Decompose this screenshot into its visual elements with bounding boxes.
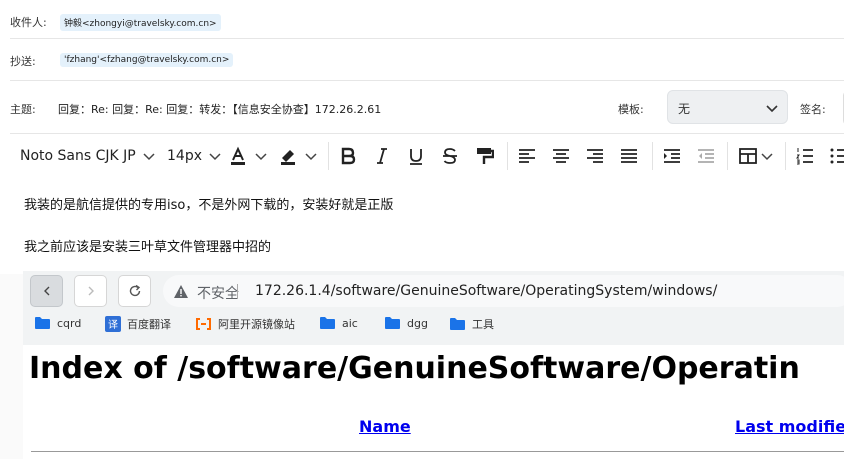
font-color-button[interactable] [228,134,268,178]
chevron-down-icon [761,153,773,161]
bookmark-aliyun-mirror: 阿里开源镜像站 [195,316,295,332]
font-size-value: 14px [167,148,202,164]
warning-icon [174,285,188,298]
template-value: 无 [678,102,691,116]
chevron-down-icon [305,153,317,161]
reload-button [118,275,151,307]
table-button[interactable] [738,134,774,178]
font-size-select[interactable]: 14px [167,134,222,178]
format-painter-icon [477,148,494,164]
back-button [30,275,63,307]
outdent-icon [698,149,714,163]
bullet-list-icon [830,148,844,164]
browser-toolbar: 不安全 172.26.1.4/software/GenuineSoftware/… [23,271,844,345]
align-left-icon [519,149,535,163]
underline-button[interactable] [406,134,426,178]
subject-input[interactable]: 回复：Re: 回复：Re: 回复：转发：【信息安全协查】172.26.2.61 [58,101,381,117]
toolbar-divider [328,142,329,170]
bookmark-cqrd: cqrd [34,316,81,330]
bookmark-label: dgg [407,316,428,330]
folder-icon [385,317,400,329]
bold-button[interactable] [338,134,358,178]
bookmark-label: 工具 [472,318,494,331]
italic-icon [377,148,387,164]
chevron-down-icon [143,153,155,161]
last-modified-column-link: Last modifie [735,417,844,436]
embedded-image-left-edge [0,274,24,459]
body-line-2[interactable]: 我之前应该是安装三叶草文件管理器中招的 [24,236,271,255]
format-painter-button[interactable] [474,134,494,178]
cc-label: 抄送: [10,55,36,68]
forward-button [74,275,107,307]
justify-icon [621,149,637,163]
folder-icon [320,317,335,329]
align-left-button[interactable] [517,134,537,178]
toolbar-divider [785,142,786,170]
bold-icon [341,147,356,165]
underline-icon [410,149,422,165]
aliyun-icon [196,318,211,330]
name-column-link: Name [359,417,411,436]
divider [10,80,844,81]
security-label: 不安全 [197,286,239,302]
chevron-right-icon [88,286,94,296]
toolbar-divider [652,142,653,170]
template-select[interactable]: 无 [667,90,788,124]
editor-toolbar: Noto Sans CJK JP 14px [10,134,844,178]
template-label: 模板: [618,103,644,116]
bookmark-aic: aic [319,316,358,330]
divider [10,38,844,39]
highlight-button[interactable] [278,134,318,178]
align-right-icon [587,149,603,163]
translate-icon: 译 [105,316,121,332]
sign-label: 签名: [800,103,826,116]
embedded-browser-screenshot: 不安全 172.26.1.4/software/GenuineSoftware/… [23,271,844,459]
strikethrough-icon [443,148,457,164]
font-family-select[interactable]: Noto Sans CJK JP [20,134,156,178]
highlight-icon [281,150,295,165]
bookmark-dgg: dgg [384,316,428,330]
align-center-icon [553,149,569,163]
chevron-left-icon [43,286,49,296]
table-icon [739,148,757,164]
folder-icon [450,318,465,330]
url-text: 172.26.1.4/software/GenuineSoftware/Oper… [255,283,718,299]
subject-label: 主题: [10,103,36,116]
toolbar-divider [727,142,728,170]
reload-icon [129,284,140,297]
indent-button[interactable] [662,134,682,178]
font-color-icon [231,146,245,165]
ordered-list-button[interactable] [795,134,815,178]
cc-recipient-chip[interactable]: 'fzhang'<fzhang@travelsky.com.cn> [60,53,234,67]
bullet-list-button[interactable] [829,134,844,178]
address-bar: 不安全 172.26.1.4/software/GenuineSoftware/… [163,275,844,307]
horizontal-rule [31,451,844,452]
page-heading: Index of /software/GenuineSoftware/Opera… [29,351,800,386]
strikethrough-button[interactable] [440,134,460,178]
italic-button[interactable] [372,134,392,178]
address-divider [237,284,238,299]
to-label: 收件人: [10,16,47,29]
justify-button[interactable] [619,134,639,178]
chevron-down-icon [765,100,779,119]
bookmark-baidu-translate: 译 百度翻译 [105,316,171,332]
folder-icon [35,317,50,329]
bookmark-tools: 工具 [449,316,494,332]
svg-text:译: 译 [108,319,118,331]
chevron-down-icon [255,153,267,161]
bookmark-label: cqrd [57,316,82,330]
bookmark-label: aic [342,316,358,330]
body-line-1[interactable]: 我装的是航信提供的专用iso，不是外网下载的，安装好就是正版 [24,194,393,213]
to-recipient-chip[interactable]: 钟毅<zhongyi@travelsky.com.cn> [60,14,221,31]
align-center-button[interactable] [551,134,571,178]
outdent-button[interactable] [696,134,716,178]
toolbar-divider [507,142,508,170]
ordered-list-icon [796,148,813,165]
chevron-down-icon [209,153,221,161]
font-family-value: Noto Sans CJK JP [20,148,136,164]
align-right-button[interactable] [585,134,605,178]
bookmark-label: 阿里开源镜像站 [218,318,295,331]
bookmark-label: 百度翻译 [127,318,171,331]
indent-icon [664,149,680,163]
